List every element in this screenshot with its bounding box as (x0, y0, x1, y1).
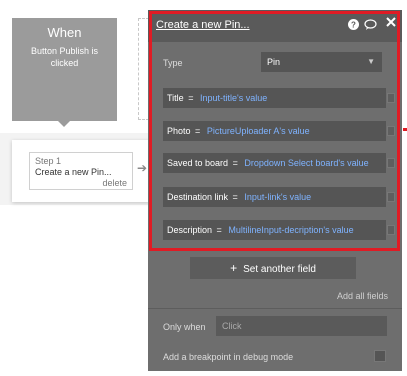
field-equals: = (232, 192, 238, 202)
field-value[interactable]: Dropdown Select board's value (244, 158, 368, 168)
step-box[interactable]: Step 1 Create a new Pin... delete (29, 152, 133, 190)
field-equals: = (188, 93, 194, 103)
field-name: Photo (167, 126, 191, 136)
divider (148, 308, 402, 309)
type-label: Type (163, 58, 183, 68)
event-description: Button Publish is clicked (30, 46, 99, 68)
event-notch (58, 121, 70, 127)
event-card[interactable]: When Button Publish is clicked (12, 18, 117, 121)
comment-icon[interactable] (364, 19, 377, 33)
field-name: Destination link (167, 192, 229, 202)
field-row-description[interactable]: Description = MultilineInput-decription'… (163, 220, 386, 240)
plus-icon: + (230, 261, 238, 275)
editor-title[interactable]: Create a new Pin... (156, 19, 250, 31)
set-another-field-button[interactable]: + Set another field (190, 257, 356, 279)
set-another-field-label: Set another field (243, 264, 316, 275)
trash-icon[interactable] (387, 93, 395, 103)
arrow-right-icon: ➔ (137, 161, 148, 175)
trash-icon[interactable] (387, 126, 395, 136)
only-when-input[interactable]: Click (216, 316, 387, 336)
field-equals: = (195, 126, 201, 136)
field-value[interactable]: MultilineInput-decription's value (228, 225, 353, 235)
only-when-label: Only when (163, 322, 206, 332)
field-row-link[interactable]: Destination link = Input-link's value (163, 187, 386, 207)
trash-icon[interactable] (387, 192, 395, 202)
trash-icon[interactable] (387, 158, 395, 168)
breakpoint-label: Add a breakpoint in debug mode (163, 352, 294, 362)
field-name: Description (167, 225, 213, 235)
step-label: Step 1 (35, 156, 62, 166)
only-when-placeholder: Click (222, 321, 242, 331)
step-delete-link[interactable]: delete (102, 178, 127, 188)
field-name: Saved to board (167, 158, 229, 168)
highlight-edge-mark (403, 128, 407, 131)
chevron-down-icon: ▼ (367, 57, 375, 66)
editor-header: Create a new Pin... ? (148, 10, 402, 42)
event-title: When (47, 25, 82, 40)
type-dropdown[interactable]: Pin ▼ (261, 52, 382, 72)
field-value[interactable]: PictureUploader A's value (207, 126, 310, 136)
field-row-title[interactable]: Title = Input-title's value (163, 88, 386, 108)
step-action: Create a new Pin... (35, 167, 112, 177)
field-equals: = (216, 225, 222, 235)
add-all-fields-link[interactable]: Add all fields (337, 291, 388, 301)
type-value: Pin (267, 57, 281, 67)
close-icon[interactable] (386, 17, 396, 30)
field-equals: = (232, 158, 238, 168)
field-value[interactable]: Input-title's value (200, 93, 267, 103)
help-icon[interactable]: ? (348, 19, 359, 33)
field-row-photo[interactable]: Photo = PictureUploader A's value (163, 121, 386, 141)
step-card[interactable]: Step 1 Create a new Pin... delete ➔ (12, 140, 150, 202)
field-value[interactable]: Input-link's value (244, 192, 311, 202)
svg-text:?: ? (351, 21, 356, 30)
field-name: Title (167, 93, 184, 103)
field-row-board[interactable]: Saved to board = Dropdown Select board's… (163, 153, 386, 173)
property-editor: Create a new Pin... ? Type Pin ▼ Title =… (148, 10, 402, 371)
trash-icon[interactable] (387, 225, 395, 235)
breakpoint-checkbox[interactable] (374, 350, 386, 362)
